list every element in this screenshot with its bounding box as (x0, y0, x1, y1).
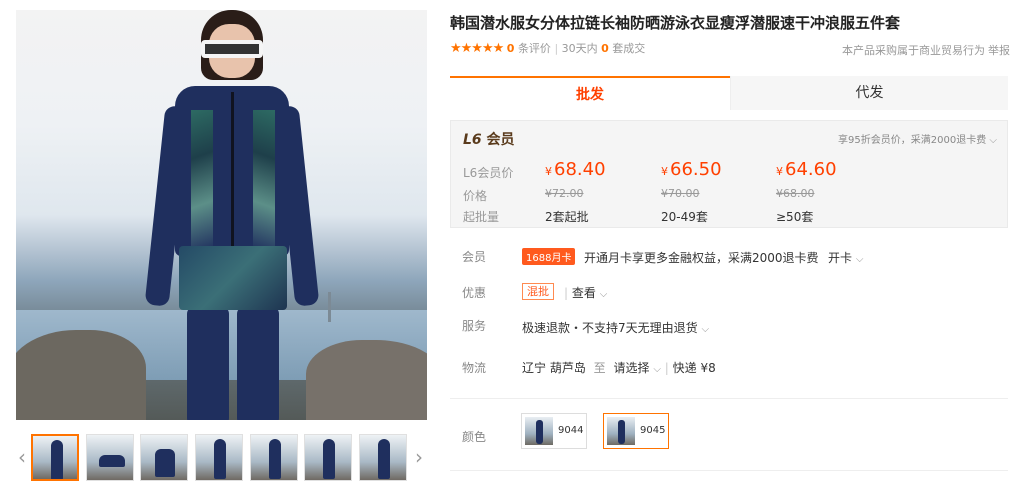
min-qty-label: 起批量 (463, 210, 500, 224)
thumbnail[interactable] (195, 434, 243, 481)
tab-wholesale[interactable]: 批发 (450, 76, 730, 110)
rock-right (306, 340, 427, 420)
thumbnail[interactable] (250, 434, 298, 481)
star-rating-icon: ★★★★★ (450, 41, 504, 56)
thumbnail[interactable] (359, 434, 407, 481)
tier-member-price: ¥66.50 (661, 159, 722, 180)
tier-min-qty: 2套起批 (545, 210, 589, 224)
rating-row: ★★★★★ 0 条评价 | 30天内 0 套成交 (450, 41, 646, 56)
review-label[interactable]: 条评价 (518, 42, 551, 55)
model-figure (144, 10, 320, 420)
deal-count: 0 (601, 42, 609, 55)
chevron-down-icon: ⌵ (653, 364, 661, 375)
price-label: 价格 (463, 189, 488, 203)
color-option-selected[interactable]: 9045 (603, 413, 669, 449)
service-dropdown[interactable]: 极速退款・不支持7天无理由退货 ⌵ (522, 319, 709, 336)
member-benefit-dropdown[interactable]: 享95折会员价，采满2000退卡费 ⌵ (838, 131, 997, 146)
color-option-thumbnail (525, 417, 553, 445)
tier-member-price: ¥64.60 (776, 159, 837, 180)
purchase-mode-tabs: 批发 代发 (450, 76, 1008, 110)
tier-original-price: ¥72.00 (545, 187, 584, 200)
destination-select[interactable]: 请选择 ⌵ (614, 361, 661, 375)
tier-min-qty: ≥50套 (776, 210, 814, 224)
color-option-label: 9044 (558, 425, 584, 436)
discount-row-label: 优惠 (462, 286, 487, 300)
chevron-down-icon: ⌵ (701, 324, 710, 335)
deal-prefix: 30天内 (561, 42, 598, 55)
member-level: L6 (463, 132, 482, 148)
tab-dropship[interactable]: 代发 (730, 76, 1008, 110)
shipping-fee: ¥8 (700, 361, 716, 375)
rock-left (16, 330, 146, 420)
shipping-origin: 辽宁 葫芦岛 (522, 361, 586, 375)
price-box: L6 会员 享95折会员价，采满2000退卡费 ⌵ L6会员价 价格 起批量 ¥… (450, 120, 1008, 228)
report-link[interactable]: 举报 (988, 42, 1010, 58)
thumbnail-next-arrow-icon[interactable]: › (413, 444, 425, 470)
thumbnail-prev-arrow-icon[interactable]: ‹ (16, 444, 28, 470)
thumbnail[interactable] (31, 434, 79, 481)
member-benefit-text: 开通月卡享更多金融权益，采满2000退卡费 (584, 251, 819, 265)
lighthouse (328, 292, 331, 322)
color-option-thumbnail (607, 417, 635, 445)
tier-original-price: ¥70.00 (661, 187, 700, 200)
tier-member-price: ¥68.40 (545, 159, 606, 180)
member-note-text: 享95折会员价，采满2000退卡费 (838, 135, 987, 146)
member-label: 会员 (486, 132, 515, 148)
thumbnail[interactable] (86, 434, 134, 481)
product-title: 韩国潜水服女分体拉链长袖防晒游泳衣显瘦浮潜服速干冲浪服五件套 (450, 14, 901, 32)
chevron-down-icon: ⌵ (989, 135, 997, 146)
divider (450, 398, 1008, 399)
member-row-label: 会员 (462, 250, 487, 264)
service-row-label: 服务 (462, 319, 487, 333)
color-option[interactable]: 9044 (521, 413, 587, 449)
member-price-label: L6会员价 (463, 166, 514, 180)
view-discount-link[interactable]: | 查看 ⌵ (564, 284, 607, 301)
logistics-info: 辽宁 葫芦岛 至 请选择 ⌵ | 快递 ¥8 (522, 361, 716, 375)
shipping-method: 快递 (672, 361, 697, 375)
thumbnail-strip: ‹ › (16, 434, 427, 481)
deal-label: 套成交 (612, 42, 646, 55)
thumbnail[interactable] (140, 434, 188, 481)
product-main-image[interactable] (16, 10, 427, 420)
commerce-note: 本产品采购属于商业贸易行为 (842, 44, 985, 57)
color-row-label: 颜色 (462, 430, 487, 444)
thumbnail[interactable] (304, 434, 352, 481)
logistics-row-label: 物流 (462, 361, 487, 375)
chevron-down-icon: ⌵ (855, 254, 864, 265)
review-count: 0 (506, 42, 515, 55)
divider (450, 470, 1008, 471)
monthly-card-badge: 1688月卡 (522, 248, 576, 265)
tier-original-price: ¥68.00 (776, 187, 815, 200)
mixed-batch-badge: 混批 (522, 283, 554, 300)
member-level-heading: L6 会员 (463, 129, 515, 149)
chevron-down-icon: ⌵ (599, 289, 608, 300)
open-card-link[interactable]: 开卡 ⌵ (828, 249, 863, 266)
color-option-label: 9045 (640, 425, 666, 436)
tier-min-qty: 20-49套 (661, 210, 708, 224)
